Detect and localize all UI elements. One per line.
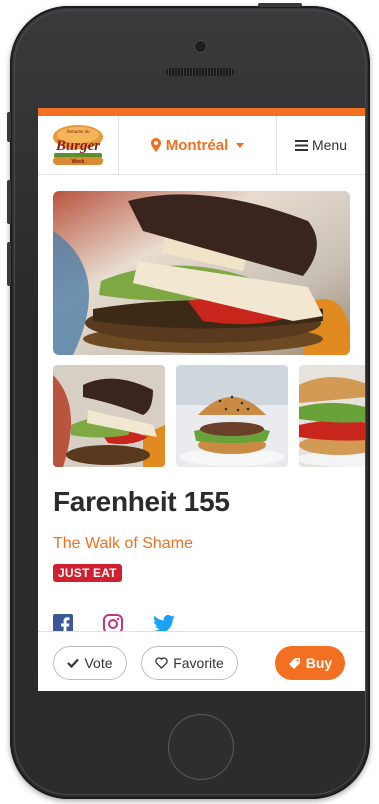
favorite-label: Favorite (173, 655, 224, 671)
restaurant-name: Farenheit 155 (53, 486, 230, 517)
logo-link[interactable]: Semaine du Burger Week (38, 116, 119, 174)
svg-text:Week: Week (72, 159, 85, 165)
vote-button[interactable]: Vote (53, 646, 127, 680)
heart-icon (155, 657, 168, 669)
action-bar: Vote Favorite Buy (38, 631, 365, 691)
app-screen: Semaine du Burger Week Montréal Menu Far… (38, 108, 365, 691)
burger-photo-thumb-2 (176, 365, 288, 467)
power-button (258, 3, 302, 7)
thumbnail-1[interactable] (53, 365, 165, 467)
hero-burger-photo[interactable] (53, 191, 350, 355)
photo-thumbnails (53, 365, 365, 469)
accent-bar (38, 108, 365, 116)
map-marker-icon (150, 138, 161, 152)
front-camera (194, 40, 207, 53)
mute-switch (7, 112, 11, 142)
tag-icon (288, 657, 300, 669)
favorite-button[interactable]: Favorite (141, 646, 238, 680)
vote-label: Vote (84, 655, 113, 671)
hamburger-menu-icon (294, 139, 308, 151)
burger-week-logo: Semaine du Burger Week (53, 125, 103, 165)
just-eat-badge[interactable]: JUST EAT (53, 564, 122, 582)
navbar: Semaine du Burger Week Montréal Menu (38, 116, 365, 175)
burger-photo-thumb-1 (53, 365, 165, 467)
thumbnail-3[interactable] (299, 365, 365, 467)
volume-down-button (7, 242, 11, 286)
home-button[interactable] (168, 714, 234, 780)
buy-label: Buy (305, 655, 333, 671)
checkmark-icon (67, 658, 80, 668)
burger-name: The Walk of Shame (53, 535, 193, 552)
burger-photo-thumb-3 (299, 365, 365, 467)
chevron-down-icon (236, 142, 245, 148)
thumbnail-2[interactable] (176, 365, 288, 467)
menu-label: Menu (311, 137, 348, 153)
menu-button[interactable]: Menu (277, 116, 365, 174)
earpiece-speaker (166, 68, 234, 76)
city-label: Montréal (165, 136, 229, 154)
buy-button[interactable]: Buy (275, 646, 345, 680)
volume-up-button (7, 180, 11, 224)
svg-text:Burger: Burger (55, 138, 100, 154)
svg-text:Semaine du: Semaine du (66, 130, 90, 135)
burger-photo-main (53, 191, 350, 355)
city-dropdown[interactable]: Montréal (119, 116, 277, 174)
